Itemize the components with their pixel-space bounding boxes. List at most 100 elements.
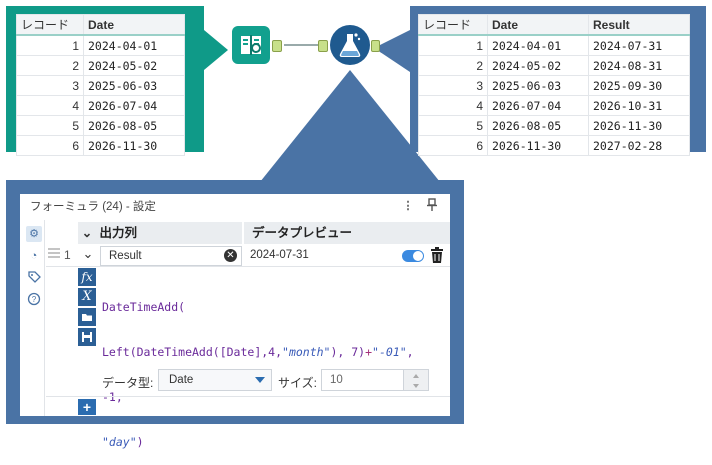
result-cell: 2025-09-30 [588, 75, 690, 96]
formula-input-anchor[interactable] [318, 40, 328, 52]
folder-shape [82, 314, 92, 321]
function-fx-icon[interactable]: fx [78, 268, 96, 286]
record-cell: 5 [418, 115, 488, 136]
record-cell: 2 [418, 55, 488, 76]
expression-line-2: Left(DateTimeAdd([Date],4,"month"), 7)+"… [102, 345, 446, 360]
data-preview-header: データプレビュー [244, 222, 450, 244]
table-row[interactable]: 4 2026-07-04 2026-10-31 [418, 95, 690, 116]
output-column-header: ⌄ 出力列 [78, 222, 242, 244]
help-icon[interactable]: ? [26, 292, 42, 308]
input-header-row: レコード Date [16, 14, 185, 36]
browse-book-icon [241, 35, 261, 55]
save-shape [82, 332, 92, 342]
expression-line-2-text: Left(DateTimeAdd([Date],4, [102, 345, 283, 359]
preview-value: 2024-07-31 [250, 249, 309, 261]
expression-line-2-suffix: "-01" [372, 345, 407, 359]
record-cell: 1 [418, 34, 488, 56]
clear-icon[interactable]: ✕ [224, 249, 237, 262]
table-row[interactable]: 6 2026-11-30 2027-02-28 [418, 135, 690, 156]
record-cell: 6 [16, 135, 84, 156]
record-header: レコード [16, 14, 84, 36]
date-cell: 2025-06-03 [487, 75, 589, 96]
date-cell: 2025-06-03 [83, 75, 185, 96]
date-cell: 2026-07-04 [487, 95, 589, 116]
record-cell: 2 [16, 55, 84, 76]
drag-lines [48, 248, 60, 258]
config-callout-pointer [260, 70, 440, 182]
input-callout-pointer [204, 30, 228, 70]
more-options-icon[interactable]: ⋮ [400, 198, 416, 214]
meta-info-icon[interactable]: ◔ [26, 248, 42, 264]
data-type-select[interactable]: Date [158, 369, 272, 391]
input-data-table-wrap: レコード Date 1 2024-04-01 2 2024-05-02 3 2025-… [16, 14, 185, 156]
date-cell: 2026-08-05 [487, 115, 589, 136]
pin-icon[interactable] [424, 198, 440, 214]
toggle-knob [413, 251, 423, 261]
table-row[interactable]: 3 2025-06-03 [16, 75, 185, 96]
expression-line-4-day: "day" [102, 435, 137, 449]
table-row[interactable]: 2 2024-05-02 [16, 55, 185, 76]
record-cell: 1 [16, 34, 84, 56]
save-expression-icon[interactable] [78, 328, 96, 346]
expression-line-2-month: "month" [282, 345, 331, 359]
table-row[interactable]: 2 2024-05-02 2024-08-31 [418, 55, 690, 76]
record-cell: 4 [418, 95, 488, 116]
output-data-table-wrap: レコード Date Result 1 2024-04-01 2024-07-31 2… [418, 14, 690, 156]
output-data-table: レコード Date Result 1 2024-04-01 2024-07-31 2… [418, 14, 690, 156]
add-expression-button[interactable]: + [78, 399, 96, 415]
panel-title: フォーミュラ (24) - 設定 [30, 201, 156, 213]
date-cell: 2024-04-01 [83, 34, 185, 56]
output-header-row: レコード Date Result [418, 14, 690, 36]
result-header: Result [588, 14, 690, 36]
table-row[interactable]: 4 2026-07-04 [16, 95, 185, 116]
collapse-chevron-icon[interactable]: ⌄ [78, 222, 96, 244]
expression-line-3-text: -1, [102, 390, 123, 404]
output-field-select[interactable]: Result ✕ [100, 246, 242, 266]
table-row[interactable]: 1 2024-04-01 2024-07-31 [418, 34, 690, 56]
trash-shape [431, 247, 443, 263]
table-row[interactable]: 6 2026-11-30 [16, 135, 185, 156]
table-row[interactable]: 5 2026-08-05 [16, 115, 185, 136]
expression-line-2-comma: , [406, 345, 414, 359]
browse-output-anchor[interactable] [272, 40, 282, 52]
date-cell: 2024-05-02 [83, 55, 185, 76]
open-folder-icon[interactable] [78, 308, 96, 326]
table-row[interactable]: 5 2026-08-05 2026-11-30 [418, 115, 690, 136]
result-cell: 2027-02-28 [588, 135, 690, 156]
delete-trash-icon[interactable] [430, 246, 444, 264]
formula-flask-icon [339, 33, 361, 57]
stepper-down-button[interactable] [403, 380, 428, 390]
settings-gear-icon[interactable]: ⚙ [26, 226, 42, 242]
date-cell: 2026-11-30 [487, 135, 589, 156]
formula-tool[interactable] [330, 25, 370, 65]
formula-output-anchor[interactable] [371, 40, 380, 52]
result-cell: 2024-08-31 [588, 55, 690, 76]
expression-line-3: -1, [102, 390, 446, 405]
table-row[interactable]: 1 2024-04-01 [16, 34, 185, 56]
variables-x-icon[interactable]: X [78, 288, 96, 306]
output-column-header-label: 出力列 [99, 226, 137, 240]
date-header: Date [83, 14, 185, 36]
size-stepper[interactable]: 10 [321, 369, 429, 391]
expression-line-4-close: ) [136, 435, 144, 449]
svg-text:?: ? [32, 295, 37, 304]
record-cell: 3 [418, 75, 488, 96]
record-cell: 4 [16, 95, 84, 116]
date-cell: 2024-04-01 [487, 34, 589, 56]
size-label: サイズ: [278, 376, 317, 390]
expression-line-2-left-close: ), 7) [330, 345, 366, 359]
panel-sidebar: ⚙ ◔ ? [24, 222, 44, 412]
table-row[interactable]: 3 2025-06-03 2025-09-30 [418, 75, 690, 96]
browse-tool[interactable] [232, 26, 270, 64]
dropdown-caret-icon [255, 377, 265, 383]
drag-handle-icon[interactable] [48, 246, 60, 262]
size-value: 10 [330, 374, 343, 386]
record-cell: 6 [418, 135, 488, 156]
stepper-up-button[interactable] [403, 370, 428, 380]
enable-toggle[interactable] [402, 250, 424, 262]
tag-icon[interactable] [26, 270, 42, 286]
expression-editor[interactable]: DateTimeAdd( Left(DateTimeAdd([Date],4,"… [102, 270, 446, 465]
data-type-label: データ型: [102, 376, 154, 390]
expand-chevron-icon[interactable]: ⌄ [78, 246, 98, 264]
record-cell: 5 [16, 115, 84, 136]
